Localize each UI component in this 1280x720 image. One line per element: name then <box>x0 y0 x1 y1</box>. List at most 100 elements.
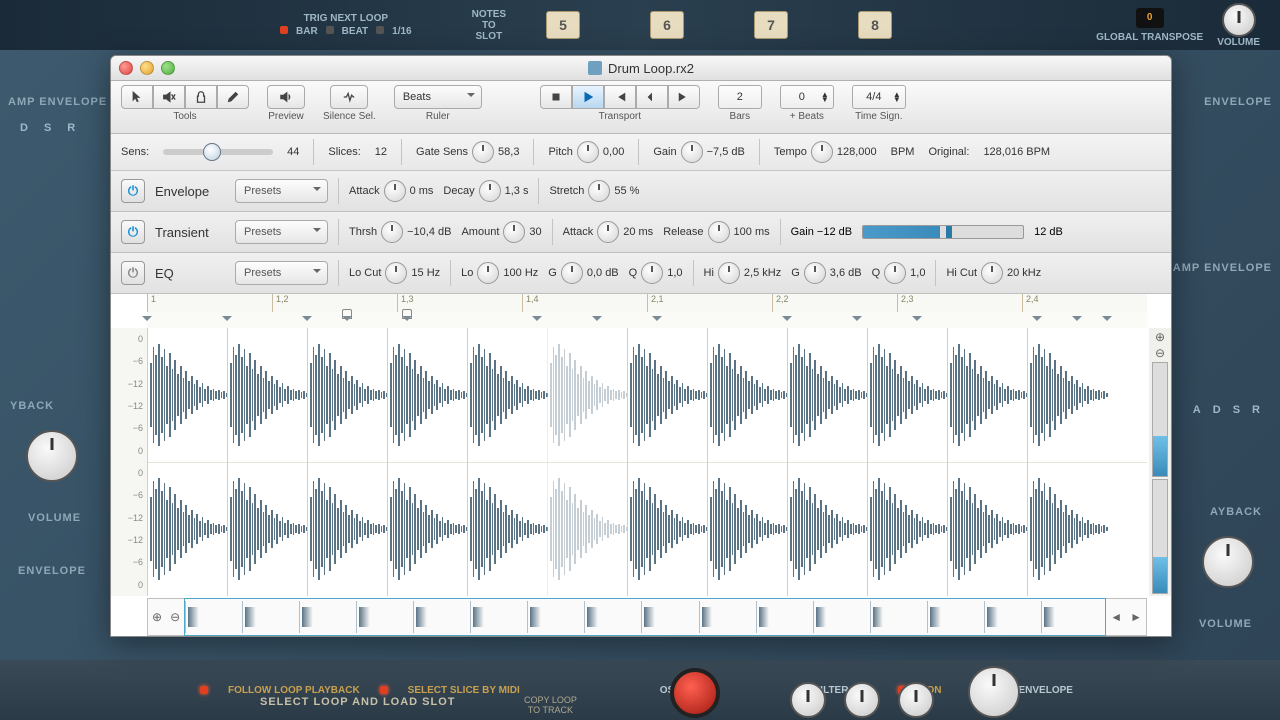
slice-marker[interactable] <box>142 316 152 326</box>
waveform-slice[interactable] <box>307 328 388 462</box>
beat-led[interactable] <box>326 26 334 34</box>
tr-release-knob[interactable] <box>708 221 730 243</box>
waveform-slice[interactable] <box>387 462 468 596</box>
minimize-button[interactable] <box>140 61 154 75</box>
overview-strip[interactable]: ⊕ ⊖ ◄ ► <box>147 598 1147 636</box>
eq-g2-knob[interactable] <box>804 262 826 284</box>
transient-presets[interactable]: Presets <box>235 220 328 244</box>
slice-marker[interactable] <box>1032 316 1042 326</box>
zoom-out-v-icon[interactable]: ⊖ <box>1155 346 1165 360</box>
ruler-dropdown[interactable]: Beats <box>394 85 482 109</box>
gain-knob[interactable] <box>681 141 703 163</box>
playback-volume-knob-left[interactable] <box>26 430 78 482</box>
eq-power[interactable]: ⏻ <box>121 261 145 285</box>
slot-5[interactable]: 5 <box>546 11 580 39</box>
pitch-knob[interactable] <box>577 141 599 163</box>
env-attack-knob[interactable] <box>384 180 406 202</box>
transient-power[interactable]: ⏻ <box>121 220 145 244</box>
sens-slider-thumb[interactable] <box>203 143 221 161</box>
global-transpose-display[interactable]: 0 <box>1136 8 1164 28</box>
osc-knob-2[interactable] <box>844 682 880 718</box>
slot-7[interactable]: 7 <box>754 11 788 39</box>
zoom-out-h-icon[interactable]: ⊖ <box>166 610 184 624</box>
waveform-slice[interactable] <box>227 462 308 596</box>
slice-marker[interactable] <box>912 316 922 326</box>
eq-hicut-knob[interactable] <box>981 262 1003 284</box>
slice-marker-strip[interactable] <box>147 312 1147 328</box>
waveform-area[interactable]: 11,21,31,42,12,22,32,4 0−6−12−12−600−6−1… <box>111 294 1171 636</box>
env-decay-knob[interactable] <box>479 180 501 202</box>
overview-slice[interactable] <box>470 601 499 633</box>
envelope-power[interactable]: ⏻ <box>121 179 145 203</box>
overview-slice[interactable] <box>356 601 385 633</box>
waveform-slice[interactable] <box>387 328 468 462</box>
waveform-slice[interactable] <box>467 328 548 462</box>
scroll-left-icon[interactable]: ◄ <box>1106 610 1126 624</box>
slice-marker[interactable] <box>782 316 792 326</box>
titlebar[interactable]: Drum Loop.rx2 <box>111 56 1171 81</box>
timesign-field[interactable]: 4/4▲▼ <box>852 85 906 109</box>
bars-field[interactable]: 2 <box>718 85 762 109</box>
overview-slice[interactable] <box>984 601 1013 633</box>
zoom-in-v-icon[interactable]: ⊕ <box>1155 330 1165 344</box>
eq-locut-knob[interactable] <box>385 262 407 284</box>
slot-6[interactable]: 6 <box>650 11 684 39</box>
slice-marker[interactable] <box>302 316 312 326</box>
follow-led[interactable] <box>200 686 208 694</box>
forward-button[interactable] <box>668 85 700 109</box>
waveform-slice[interactable] <box>547 462 628 596</box>
waveform-slice[interactable] <box>707 328 788 462</box>
waveform-slice[interactable] <box>547 328 628 462</box>
overview-slice[interactable] <box>299 601 328 633</box>
waveform-slice[interactable] <box>147 328 228 462</box>
overview-slice[interactable] <box>242 601 271 633</box>
select-midi-led[interactable] <box>380 686 388 694</box>
eq-hi-knob[interactable] <box>718 262 740 284</box>
overview-slice[interactable] <box>927 601 956 633</box>
slice-marker[interactable] <box>652 316 662 326</box>
waveform-slice[interactable] <box>787 328 868 462</box>
envelope-presets[interactable]: Presets <box>235 179 328 203</box>
pointer-tool[interactable] <box>121 85 153 109</box>
lock-tool[interactable] <box>185 85 217 109</box>
overview-slice[interactable] <box>756 601 785 633</box>
silence-button[interactable] <box>330 85 368 109</box>
slice-marker[interactable] <box>852 316 862 326</box>
zoom-button[interactable] <box>161 61 175 75</box>
play-button[interactable] <box>572 85 604 109</box>
waveform-slice[interactable] <box>947 328 1028 462</box>
overview-slice[interactable] <box>185 601 214 633</box>
eq-q2-knob[interactable] <box>884 262 906 284</box>
slice-marker[interactable] <box>402 316 412 326</box>
overview-slice[interactable] <box>584 601 613 633</box>
slice-marker[interactable] <box>222 316 232 326</box>
tr-amount-knob[interactable] <box>503 221 525 243</box>
eq-presets[interactable]: Presets <box>235 261 328 285</box>
waveform-slice[interactable] <box>1027 328 1108 462</box>
slice-marker[interactable] <box>1102 316 1112 326</box>
waveform-slice[interactable] <box>627 462 708 596</box>
eq-g1-knob[interactable] <box>561 262 583 284</box>
waveform-slice[interactable] <box>147 462 228 596</box>
eq-lo-knob[interactable] <box>477 262 499 284</box>
waveform-slice[interactable] <box>787 462 868 596</box>
tr-attack-knob[interactable] <box>597 221 619 243</box>
tr-thrsh-knob[interactable] <box>381 221 403 243</box>
overview-slice[interactable] <box>813 601 842 633</box>
waveform-slice[interactable] <box>467 462 548 596</box>
slice-marker[interactable] <box>592 316 602 326</box>
overview-slice[interactable] <box>413 601 442 633</box>
scroll-right-icon[interactable]: ► <box>1126 610 1146 624</box>
waveform-canvas[interactable] <box>147 328 1147 596</box>
bar-led[interactable] <box>280 26 288 34</box>
sixteenth-led[interactable] <box>376 26 384 34</box>
eq-q1-knob[interactable] <box>641 262 663 284</box>
big-red-knob[interactable] <box>670 668 720 718</box>
waveform-slice[interactable] <box>867 328 948 462</box>
slot-8[interactable]: 8 <box>858 11 892 39</box>
mute-tool[interactable] <box>153 85 185 109</box>
filter-knob[interactable] <box>968 666 1020 718</box>
waveform-slice[interactable] <box>947 462 1028 596</box>
overview-slice[interactable] <box>641 601 670 633</box>
overview-slice[interactable] <box>699 601 728 633</box>
